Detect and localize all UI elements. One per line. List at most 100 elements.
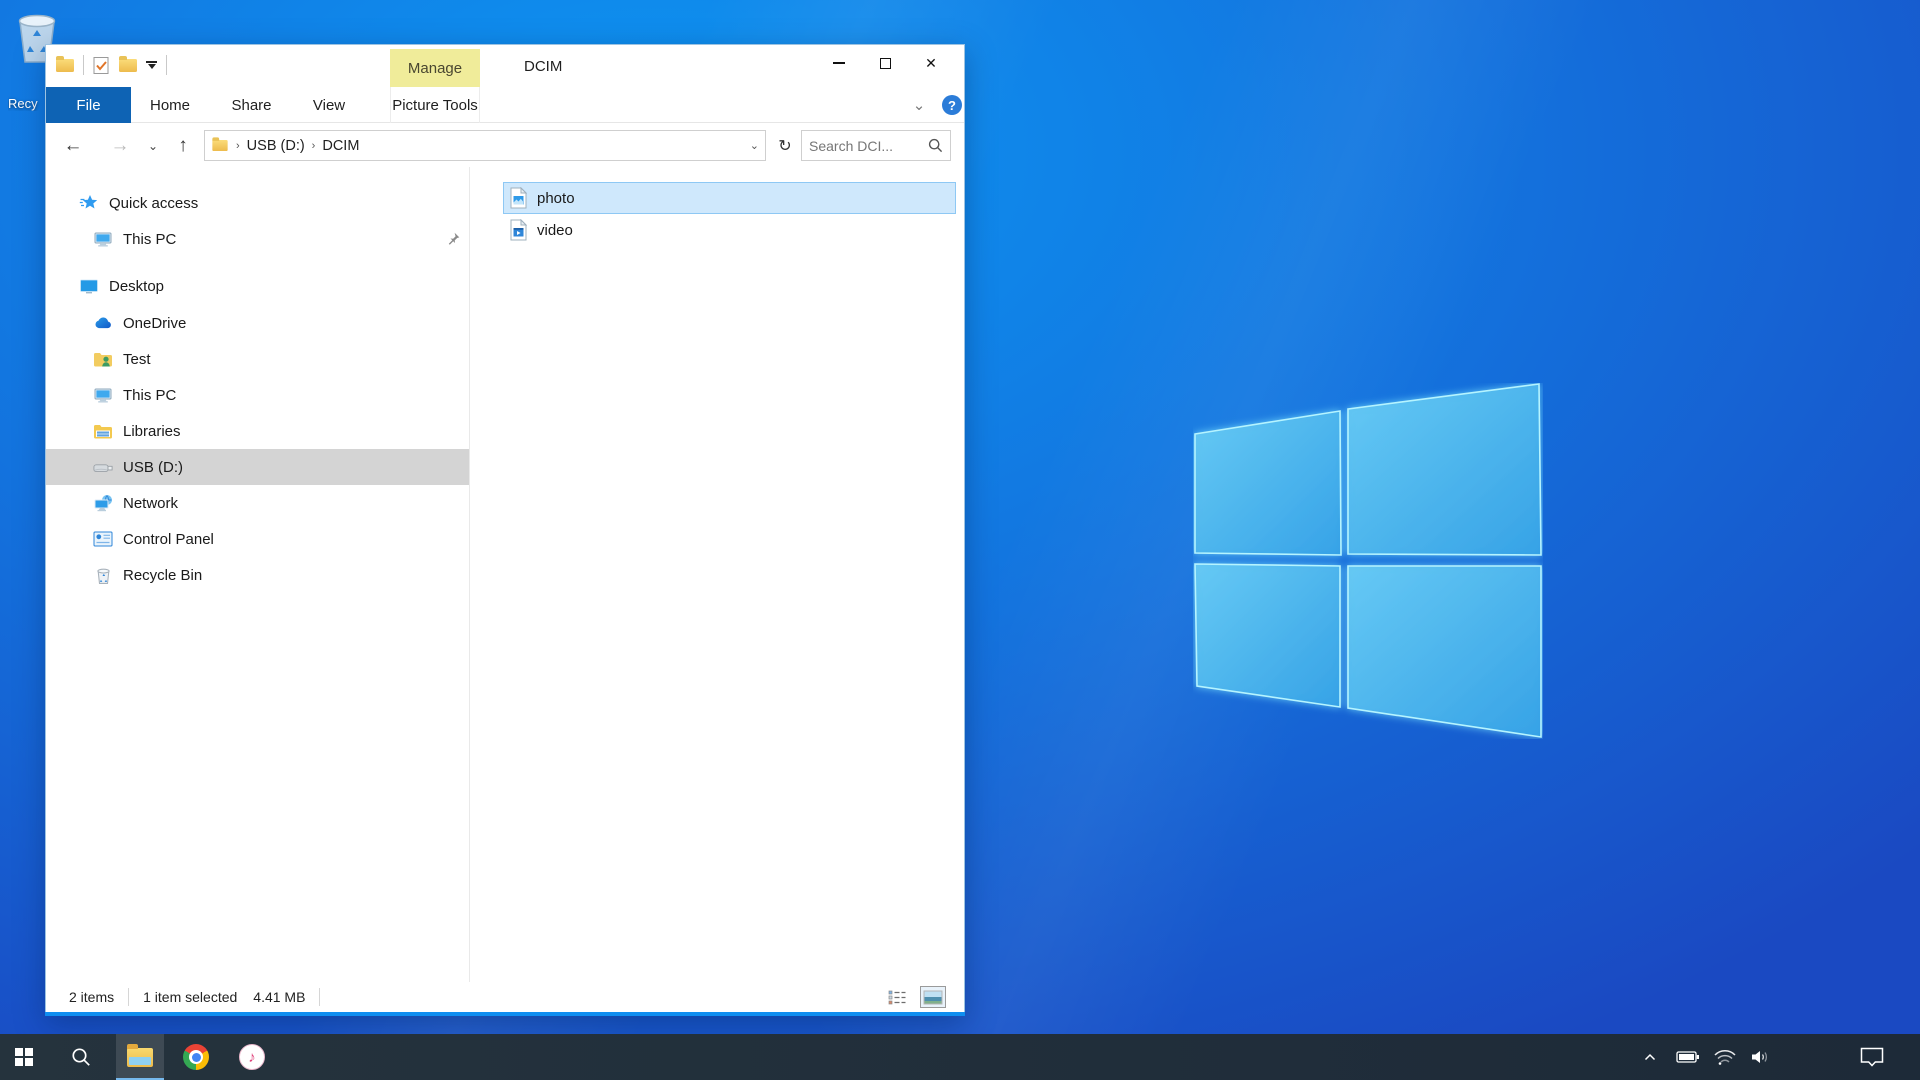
onedrive-cloud-icon bbox=[93, 313, 113, 333]
sidebar-item-label: Network bbox=[123, 495, 178, 512]
address-bar[interactable]: › USB (D:) › DCIM ⌄ bbox=[204, 130, 766, 161]
sidebar-item-desktop[interactable]: Desktop bbox=[46, 268, 469, 304]
window-controls: ✕ bbox=[816, 45, 954, 81]
tab-share[interactable]: Share bbox=[218, 87, 285, 123]
minimize-button[interactable] bbox=[816, 45, 862, 81]
back-button[interactable]: ← bbox=[60, 124, 86, 167]
show-hidden-icons-button[interactable] bbox=[1634, 1034, 1666, 1080]
content-area: Quick access This PC Desktop OneDrive bbox=[46, 167, 964, 982]
minimize-icon bbox=[833, 62, 845, 64]
speaker-icon bbox=[1749, 1048, 1771, 1066]
tab-view[interactable]: View bbox=[295, 87, 363, 123]
ribbon-tab-row: File Home Share View Picture Tools ⌄ ? bbox=[46, 87, 964, 123]
sidebar-item-recycle-bin[interactable]: Recycle Bin bbox=[46, 557, 469, 593]
expand-ribbon-chevron-icon[interactable]: ⌄ bbox=[904, 87, 934, 123]
sidebar-item-libraries[interactable]: Libraries bbox=[46, 413, 469, 449]
music-app-icon: ♪ bbox=[239, 1044, 265, 1070]
network-icon bbox=[93, 493, 113, 513]
sidebar-item-network[interactable]: Network bbox=[46, 485, 469, 521]
sidebar-item-this-pc[interactable]: This PC bbox=[46, 377, 469, 413]
taskbar-chrome-button[interactable] bbox=[172, 1034, 220, 1080]
taskbar-music-button[interactable]: ♪ bbox=[228, 1034, 276, 1080]
title-bar[interactable]: Manage DCIM ✕ bbox=[46, 45, 964, 87]
qat-separator bbox=[166, 55, 167, 75]
sidebar-item-quick-access[interactable]: Quick access bbox=[46, 185, 469, 221]
sidebar-item-label: Quick access bbox=[109, 195, 198, 212]
breadcrumb-separator-icon: › bbox=[236, 140, 240, 152]
pane-divider bbox=[469, 167, 470, 982]
search-icon[interactable] bbox=[928, 138, 943, 153]
file-row-photo[interactable]: photo bbox=[503, 182, 956, 214]
pin-icon bbox=[446, 231, 461, 246]
view-switcher bbox=[884, 986, 946, 1008]
maximize-button[interactable] bbox=[862, 45, 908, 81]
sidebar-item-label: Test bbox=[123, 351, 151, 368]
battery-icon bbox=[1676, 1050, 1700, 1064]
help-button[interactable]: ? bbox=[942, 95, 962, 115]
address-row: ← → ⌄ ↑ › USB (D:) › DCIM ⌄ ↻ Search DCI… bbox=[46, 124, 964, 167]
qat-separator bbox=[83, 55, 84, 75]
customize-qat-dropdown-icon[interactable] bbox=[146, 61, 157, 69]
action-center-button[interactable] bbox=[1852, 1034, 1892, 1080]
properties-icon[interactable] bbox=[93, 56, 110, 75]
sidebar-item-label: This PC bbox=[123, 231, 176, 248]
close-icon: ✕ bbox=[925, 56, 937, 70]
refresh-button[interactable]: ↻ bbox=[771, 130, 799, 161]
search-placeholder: Search DCI... bbox=[809, 138, 893, 154]
sidebar-item-label: Recycle Bin bbox=[123, 567, 202, 584]
sidebar-item-label: USB (D:) bbox=[123, 459, 183, 476]
user-folder-icon bbox=[93, 349, 113, 369]
chrome-icon bbox=[183, 1044, 209, 1070]
chevron-up-icon bbox=[1642, 1049, 1658, 1065]
volume-tray-icon[interactable] bbox=[1744, 1034, 1776, 1080]
control-panel-icon bbox=[93, 529, 113, 549]
tab-home[interactable]: Home bbox=[136, 87, 204, 123]
file-name: photo bbox=[537, 190, 575, 207]
selection-size: 4.41 MB bbox=[253, 989, 305, 1005]
address-dropdown-icon[interactable]: ⌄ bbox=[750, 139, 759, 152]
close-button[interactable]: ✕ bbox=[908, 45, 954, 81]
file-row-video[interactable]: video bbox=[503, 214, 956, 246]
image-file-icon bbox=[510, 187, 527, 209]
sidebar-item-test-user-folder[interactable]: Test bbox=[46, 341, 469, 377]
breadcrumb-folder[interactable]: DCIM bbox=[322, 138, 359, 154]
forward-button[interactable]: → bbox=[107, 124, 133, 167]
status-separator bbox=[128, 988, 129, 1006]
file-explorer-icon bbox=[127, 1048, 153, 1067]
details-view-button[interactable] bbox=[884, 986, 910, 1008]
manage-contextual-tab[interactable]: Manage bbox=[390, 49, 480, 87]
taskbar-search-button[interactable] bbox=[57, 1034, 105, 1080]
sidebar-item-this-pc-pinned[interactable]: This PC bbox=[46, 221, 469, 257]
up-button[interactable]: ↑ bbox=[170, 124, 196, 167]
this-pc-monitor-icon bbox=[93, 229, 113, 249]
recent-locations-dropdown-icon[interactable]: ⌄ bbox=[143, 124, 163, 167]
file-explorer-window: Manage DCIM ✕ File Home Share View Pictu… bbox=[45, 44, 965, 1016]
status-bar: 2 items 1 item selected 4.41 MB bbox=[46, 982, 964, 1012]
taskbar: ♪ bbox=[0, 1034, 1920, 1080]
network-tray-icon[interactable] bbox=[1708, 1034, 1742, 1080]
tab-file[interactable]: File bbox=[46, 87, 131, 123]
start-button[interactable] bbox=[0, 1034, 48, 1080]
taskbar-file-explorer-button[interactable] bbox=[116, 1034, 164, 1080]
this-pc-monitor-icon bbox=[93, 385, 113, 405]
sidebar-item-onedrive[interactable]: OneDrive bbox=[46, 305, 469, 341]
libraries-icon bbox=[93, 421, 113, 441]
sidebar-item-usb-drive[interactable]: USB (D:) bbox=[46, 449, 469, 485]
sidebar-item-control-panel[interactable]: Control Panel bbox=[46, 521, 469, 557]
sidebar-item-label: Desktop bbox=[109, 278, 164, 295]
battery-tray-icon[interactable] bbox=[1672, 1034, 1704, 1080]
breadcrumb-separator-icon: › bbox=[312, 140, 316, 152]
quick-access-toolbar bbox=[56, 54, 167, 76]
breadcrumb-drive[interactable]: USB (D:) bbox=[247, 138, 305, 154]
sidebar-item-label: OneDrive bbox=[123, 315, 186, 332]
thumbnail-view-button[interactable] bbox=[920, 986, 946, 1008]
search-input[interactable]: Search DCI... bbox=[801, 130, 951, 161]
new-folder-icon[interactable] bbox=[119, 59, 137, 72]
tab-picture-tools[interactable]: Picture Tools bbox=[390, 87, 480, 123]
wifi-icon bbox=[1713, 1048, 1737, 1066]
window-title: DCIM bbox=[524, 45, 562, 87]
desktop-icon bbox=[79, 276, 99, 296]
quick-access-star-icon bbox=[79, 193, 99, 213]
sidebar-item-label: This PC bbox=[123, 387, 176, 404]
location-folder-icon bbox=[212, 140, 227, 151]
